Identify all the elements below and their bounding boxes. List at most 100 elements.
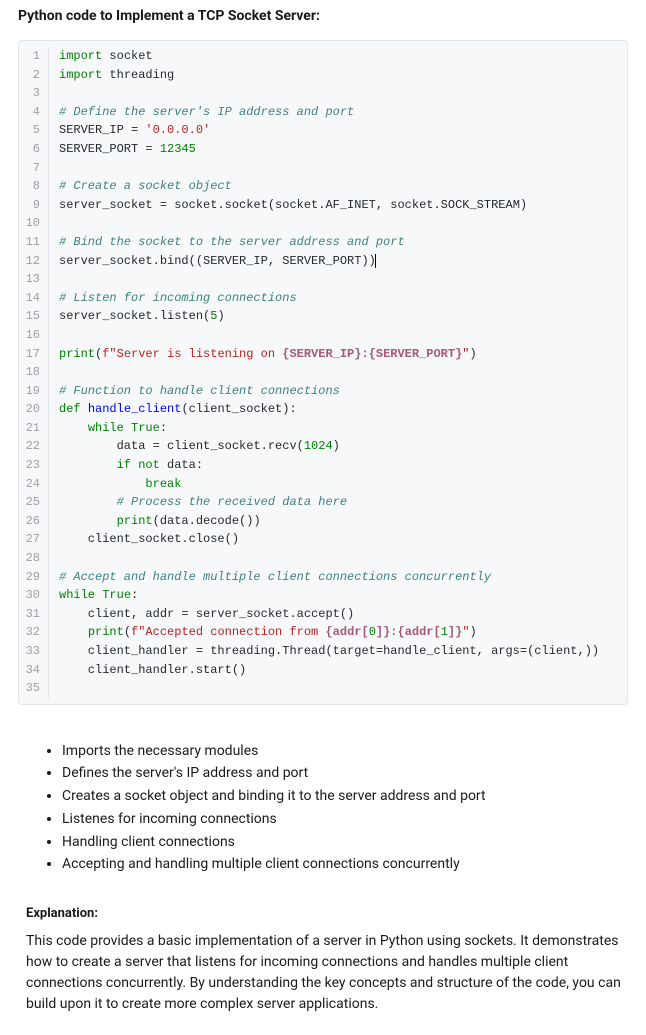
code-line: 9server_socket = socket.socket(socket.AF… — [19, 196, 627, 215]
code-line: 3 — [19, 84, 627, 103]
code-content: client, addr = server_socket.accept() — [49, 605, 354, 624]
line-number: 3 — [19, 84, 49, 103]
line-number: 21 — [19, 419, 49, 438]
line-number: 6 — [19, 140, 49, 159]
code-content: data = client_socket.recv(1024) — [49, 437, 340, 456]
code-line: 20def handle_client(client_socket): — [19, 400, 627, 419]
code-content — [49, 549, 59, 568]
code-content — [49, 679, 59, 698]
code-line: 2import threading — [19, 66, 627, 85]
code-content: client_handler = threading.Thread(target… — [49, 642, 599, 661]
code-line: 1import socket — [19, 47, 627, 66]
code-line: 25 # Process the received data here — [19, 493, 627, 512]
code-line: 30while True: — [19, 586, 627, 605]
line-number: 33 — [19, 642, 49, 661]
code-content: # Bind the socket to the server address … — [49, 233, 405, 252]
line-number: 1 — [19, 47, 49, 66]
code-content: break — [49, 475, 181, 494]
line-number: 30 — [19, 586, 49, 605]
code-line: 33 client_handler = threading.Thread(tar… — [19, 642, 627, 661]
code-line: 7 — [19, 159, 627, 178]
code-content: SERVER_IP = '0.0.0.0' — [49, 121, 210, 140]
code-line: 13 — [19, 270, 627, 289]
code-line: 16 — [19, 326, 627, 345]
line-number: 27 — [19, 530, 49, 549]
line-number: 20 — [19, 400, 49, 419]
code-line: 4# Define the server's IP address and po… — [19, 103, 627, 122]
code-content: # Define the server's IP address and por… — [49, 103, 354, 122]
list-item: Handling client connections — [62, 832, 628, 854]
line-number: 16 — [19, 326, 49, 345]
code-content — [49, 84, 59, 103]
code-line: 15server_socket.listen(5) — [19, 307, 627, 326]
code-content: if not data: — [49, 456, 203, 475]
code-line: 32 print(f"Accepted connection from {add… — [19, 623, 627, 642]
code-content: def handle_client(client_socket): — [49, 400, 297, 419]
code-line: 18 — [19, 363, 627, 382]
code-content — [49, 214, 59, 233]
code-content: print(f"Accepted connection from {addr[0… — [49, 623, 477, 642]
line-number: 2 — [19, 66, 49, 85]
code-line: 35 — [19, 679, 627, 698]
code-line: 23 if not data: — [19, 456, 627, 475]
code-content: # Process the received data here — [49, 493, 347, 512]
code-line: 21 while True: — [19, 419, 627, 438]
code-content: server_socket.bind((SERVER_IP, SERVER_PO… — [49, 252, 376, 271]
code-line: 29# Accept and handle multiple client co… — [19, 568, 627, 587]
code-line: 5SERVER_IP = '0.0.0.0' — [19, 121, 627, 140]
line-number: 8 — [19, 177, 49, 196]
line-number: 13 — [19, 270, 49, 289]
line-number: 18 — [19, 363, 49, 382]
line-number: 5 — [19, 121, 49, 140]
code-block: 1import socket2import threading34# Defin… — [18, 40, 628, 705]
code-line: 34 client_handler.start() — [19, 661, 627, 680]
code-line: 31 client, addr = server_socket.accept() — [19, 605, 627, 624]
code-line: 11# Bind the socket to the server addres… — [19, 233, 627, 252]
list-item: Defines the server's IP address and port — [62, 763, 628, 785]
code-content — [49, 159, 59, 178]
line-number: 34 — [19, 661, 49, 680]
code-content: server_socket = socket.socket(socket.AF_… — [49, 196, 527, 215]
code-content: while True: — [49, 586, 138, 605]
line-number: 29 — [19, 568, 49, 587]
line-number: 19 — [19, 382, 49, 401]
code-content: client_socket.close() — [49, 530, 239, 549]
code-line: 12server_socket.bind((SERVER_IP, SERVER_… — [19, 252, 627, 271]
code-line: 10 — [19, 214, 627, 233]
summary-bullets: Imports the necessary modulesDefines the… — [44, 741, 628, 876]
list-item: Listenes for incoming connections — [62, 809, 628, 831]
line-number: 25 — [19, 493, 49, 512]
line-number: 26 — [19, 512, 49, 531]
code-line: 8# Create a socket object — [19, 177, 627, 196]
list-item: Creates a socket object and binding it t… — [62, 786, 628, 808]
line-number: 14 — [19, 289, 49, 308]
code-content: server_socket.listen(5) — [49, 307, 225, 326]
code-content: print(data.decode()) — [49, 512, 261, 531]
code-content — [49, 270, 59, 289]
code-content: # Create a socket object — [49, 177, 232, 196]
line-number: 10 — [19, 214, 49, 233]
line-number: 7 — [19, 159, 49, 178]
code-content: import threading — [49, 66, 174, 85]
line-number: 17 — [19, 345, 49, 364]
code-line: 24 break — [19, 475, 627, 494]
code-content: # Function to handle client connections — [49, 382, 340, 401]
line-number: 28 — [19, 549, 49, 568]
code-line: 27 client_socket.close() — [19, 530, 627, 549]
explanation-body: This code provides a basic implementatio… — [26, 931, 626, 1015]
line-number: 11 — [19, 233, 49, 252]
line-number: 9 — [19, 196, 49, 215]
code-content: client_handler.start() — [49, 661, 246, 680]
line-number: 4 — [19, 103, 49, 122]
line-number: 35 — [19, 679, 49, 698]
code-content — [49, 363, 59, 382]
line-number: 32 — [19, 623, 49, 642]
line-number: 22 — [19, 437, 49, 456]
code-content: import socket — [49, 47, 153, 66]
list-item: Imports the necessary modules — [62, 741, 628, 763]
line-number: 31 — [19, 605, 49, 624]
line-number: 15 — [19, 307, 49, 326]
code-line: 6SERVER_PORT = 12345 — [19, 140, 627, 159]
list-item: Accepting and handling multiple client c… — [62, 854, 628, 876]
code-line: 17print(f"Server is listening on {SERVER… — [19, 345, 627, 364]
